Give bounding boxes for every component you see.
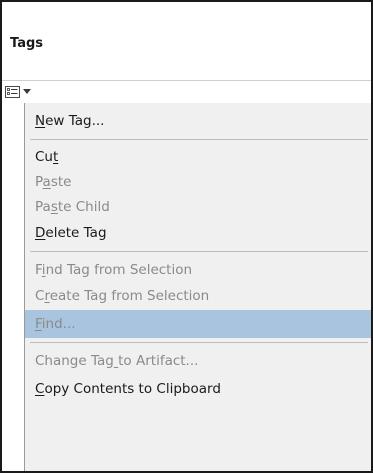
options-list-icon (5, 85, 20, 98)
options-menu-button[interactable] (5, 83, 37, 100)
panel-title: Tags (10, 36, 44, 51)
menu-item-find[interactable]: Find... (25, 310, 371, 338)
menu-item-label: Create Tag from Selection (35, 288, 210, 304)
menu-item-label: Cut (35, 149, 59, 165)
menu-separator (30, 342, 368, 343)
menu-item-paste[interactable]: Paste (25, 168, 371, 196)
panel-toolbar (2, 81, 371, 103)
menu-item-delete-tag[interactable]: Delete Tag (25, 219, 371, 247)
menu-item-label: Paste (35, 174, 72, 190)
chevron-down-icon (23, 89, 31, 94)
menu-item-label: Find Tag from Selection (35, 262, 193, 278)
menu-item-label: New Tag... (35, 113, 105, 129)
menu-separator (30, 139, 368, 140)
menu-item-label: Paste Child (35, 199, 110, 215)
menu-item-label: Delete Tag (35, 225, 107, 241)
menu-item-label: Copy Contents to Clipboard (35, 381, 221, 397)
menu-item-label: Change Tag to Artifact... (35, 353, 199, 369)
menu-item-change-tag-to-artifact[interactable]: Change Tag to Artifact... (25, 347, 371, 375)
menu-separator (30, 251, 368, 252)
menu-item-label: Find... (35, 316, 76, 332)
menu-item-copy-contents-to-clipboard[interactable]: Copy Contents to Clipboard (25, 375, 371, 403)
panel-header: Tags (2, 2, 371, 81)
menu-item-create-tag-from-selection[interactable]: Create Tag from Selection (25, 282, 371, 310)
menu-item-paste-child[interactable]: Paste Child (25, 193, 371, 221)
menu-item-cut[interactable]: Cut (25, 143, 371, 171)
context-menu: New Tag... Cut Paste Paste Child Delete … (24, 103, 371, 471)
tags-panel: Tags New Tag... Cut Paste Paste Child De… (0, 0, 373, 473)
menu-item-find-tag-from-selection[interactable]: Find Tag from Selection (25, 256, 371, 284)
menu-item-new-tag[interactable]: New Tag... (25, 107, 371, 135)
